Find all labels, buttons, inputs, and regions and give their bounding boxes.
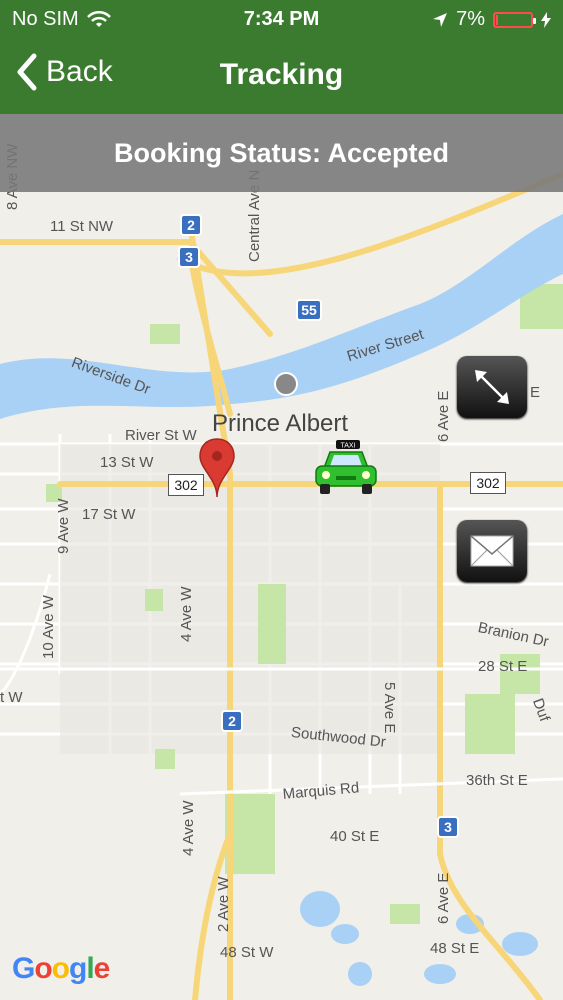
google-letter: e xyxy=(93,952,111,985)
status-right: 7% xyxy=(432,8,551,31)
map-label: 36th St E xyxy=(466,772,528,789)
status-bar: No SIM 7:34 PM 7% xyxy=(0,0,563,38)
highway-shield: 2 xyxy=(221,710,243,732)
map-label: 10 Ave W xyxy=(40,595,57,659)
map-label: 5 Ave E xyxy=(381,682,398,734)
navigation-bar: Back Tracking xyxy=(0,38,563,114)
map-label: 28 St E xyxy=(478,658,528,675)
booking-status-banner: Booking Status: Accepted xyxy=(0,114,563,192)
map-label: 6 Ave E xyxy=(435,872,452,924)
pickup-pin-icon[interactable] xyxy=(198,437,236,499)
map-label: 48 St E xyxy=(430,940,480,957)
google-letter: o xyxy=(34,952,52,985)
highway-shield: 2 xyxy=(180,214,202,236)
expand-icon xyxy=(475,370,509,404)
booking-status-text: Booking Status: Accepted xyxy=(113,137,450,168)
location-arrow-icon xyxy=(433,12,448,27)
google-letter: o xyxy=(51,952,70,985)
map-label: 11 St NW xyxy=(50,218,114,235)
battery-percent: 7% xyxy=(456,8,485,30)
map-label: River St W xyxy=(125,427,197,444)
map-label: 4 Ave W xyxy=(180,800,197,856)
highway-shield: 3 xyxy=(437,816,459,838)
highway-302-sign: 302 xyxy=(470,472,506,494)
map-label: 17 St W xyxy=(82,506,136,523)
highway-shield: 3 xyxy=(178,246,200,268)
map-label: 4 Ave W xyxy=(178,586,195,642)
map-label: 40 St E xyxy=(330,828,380,845)
map-label: 9 Ave W xyxy=(55,498,72,554)
google-letter: G xyxy=(12,952,35,985)
city-label: Prince Albert xyxy=(212,410,349,437)
expand-map-button[interactable] xyxy=(457,356,527,418)
map-label: t W xyxy=(0,689,23,706)
charging-bolt-icon xyxy=(541,11,551,28)
battery-fill xyxy=(496,14,498,25)
google-letter: l xyxy=(86,952,94,985)
google-letter: g xyxy=(69,952,87,985)
taxi-icon[interactable]: TAXI xyxy=(314,440,378,498)
map-label: 13 St W xyxy=(100,454,154,471)
map-label: 2 Ave W xyxy=(215,876,232,932)
google-attribution: Google xyxy=(12,952,111,986)
map-label: E xyxy=(530,384,541,401)
map-label: 6 Ave E xyxy=(435,390,452,442)
battery-icon xyxy=(493,11,536,28)
page-title: Tracking xyxy=(219,58,344,91)
message-button[interactable] xyxy=(457,520,527,582)
landmark-icon xyxy=(274,372,298,396)
map-label: 48 St W xyxy=(220,944,274,961)
taxi-sign-text: TAXI xyxy=(340,443,355,450)
highway-shield: 55 xyxy=(296,299,322,321)
envelope-icon xyxy=(470,535,514,567)
